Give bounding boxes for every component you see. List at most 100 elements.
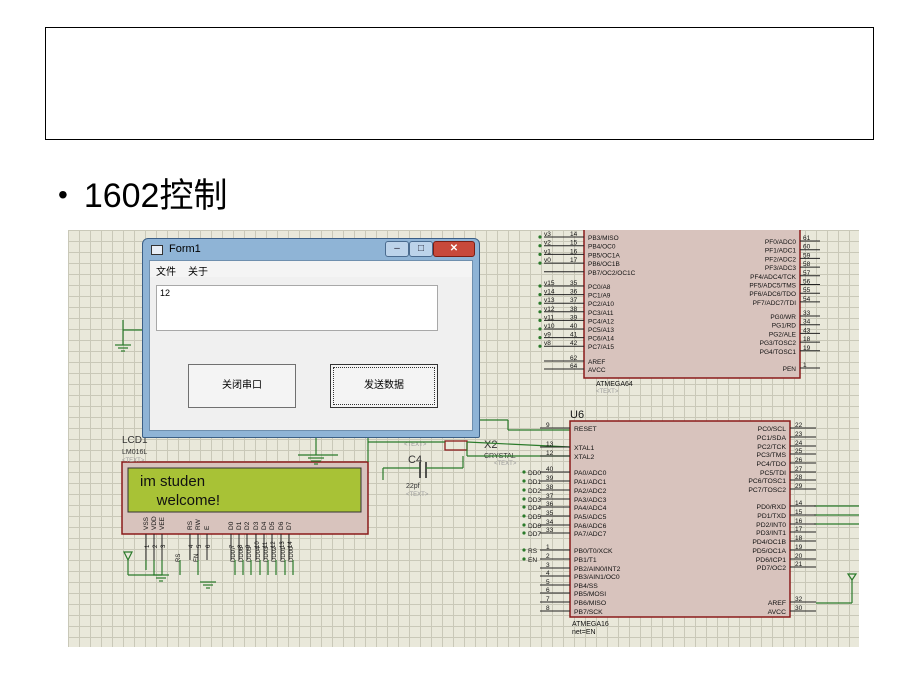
atmega16-pin-num: 32 [795, 596, 803, 603]
lcd-net-label: DD03 [264, 546, 270, 562]
atmega64-pin-num: 15 [570, 240, 578, 247]
atmega16-pin-name: PC2/TCK [757, 444, 786, 451]
atmega16-pin-name: PD2/INT0 [756, 522, 786, 529]
atmega16-pin-name: PB6/MISO [574, 600, 606, 607]
lcd-line1: im studen [140, 473, 205, 490]
lcd-pin-name: D4 [261, 521, 268, 530]
atmega16-net-label: DD7 [528, 531, 541, 538]
atmega64-pin-num: 54 [803, 296, 811, 303]
atmega16-junction [522, 505, 526, 509]
atmega16-pin-num: 29 [795, 483, 803, 490]
atmega16-pin-num: 27 [795, 466, 803, 473]
lcd-module: im studen welcome! LCD1 LM016L <TEXT> VS… [121, 435, 369, 562]
atmega64-pin-name: PG0/WR [770, 314, 796, 321]
atmega64-pin-name: PG4/TOSC1 [760, 349, 797, 356]
atmega16-pin-name: PD5/OC1A [752, 548, 786, 555]
atmega64-pin-num: 38 [570, 306, 578, 313]
atmega16-junction [522, 497, 526, 501]
window-titlebar[interactable]: Form1 – □ ✕ [143, 239, 479, 261]
bullet-dot: • [58, 179, 68, 210]
atmega16-pin-name: PB7/SCK [574, 609, 603, 616]
atmega64-pin-num: 61 [803, 235, 811, 242]
menu-about[interactable]: 关于 [188, 263, 208, 278]
minimize-button[interactable]: – [385, 241, 409, 257]
atmega64-pin-num: 39 [570, 314, 578, 321]
atmega16-pin-num: 39 [546, 475, 554, 482]
cap-tag: <TEXT> [406, 492, 429, 498]
atmega64-pin-num: 42 [570, 340, 578, 347]
atmega16-pin-num: 8 [546, 605, 550, 612]
atmega16-pin-num: 30 [795, 605, 803, 612]
atmega16-pin-num: 40 [546, 466, 554, 473]
atmega16-junction [522, 557, 526, 561]
atmega16-pin-name: PA2/ADC2 [574, 488, 607, 495]
atmega64-pin-name: PF4/ADC4/TCK [750, 274, 797, 281]
atmega16-pin-name: PA3/ADC3 [574, 497, 607, 504]
atmega16-pin-name: PC1/SDA [757, 435, 787, 442]
atmega64-junction [538, 344, 542, 348]
atmega64-pin-name: PF5/ADC5/TMS [749, 283, 796, 290]
atmega64-pin-num: 18 [803, 336, 811, 343]
atmega64-net-label: v1 [544, 248, 551, 255]
atmega16-pin-num: 5 [546, 579, 550, 586]
atmega64-junction [538, 293, 542, 297]
atmega64-pin-num: 14 [570, 231, 578, 238]
atmega64-net-label: v8 [544, 340, 551, 347]
atmega64-name: ATMEGA64 [596, 381, 633, 388]
atmega16-pin-name: PD3/INT1 [756, 530, 786, 537]
atmega64-net-label: v2 [544, 240, 551, 247]
atmega64-pin-num: 41 [570, 332, 578, 339]
atmega16-junction [522, 531, 526, 535]
atmega64-junction [538, 244, 542, 248]
atmega64-junction [538, 235, 542, 239]
atmega16-junction [522, 523, 526, 527]
atmega16-pin-name: RESET [574, 426, 597, 433]
atmega16-net-label: DD2 [528, 488, 541, 495]
atmega16-pin-name: PC4/TDO [757, 461, 786, 468]
atmega16-pin-name: PD4/OC1B [752, 539, 786, 546]
slide-bullet: • 1602控制 [58, 168, 227, 217]
atmega64-pin-name: PC5/A13 [588, 327, 614, 334]
wire [466, 441, 571, 448]
power-symbol [123, 551, 133, 562]
lcd-pin-name: D7 [286, 521, 293, 530]
lcd-pin-name: VSS [143, 516, 150, 530]
atmega64-pin-name: PF7/ADC7/TDI [753, 300, 797, 307]
atmega16-pin-num: 7 [546, 596, 550, 603]
capacitor-c4: C4 22pf <TEXT> [406, 454, 429, 498]
atmega64-net-label: v11 [544, 314, 554, 321]
atmega16-pin-num: 24 [795, 440, 803, 447]
close-button[interactable]: ✕ [433, 241, 475, 257]
atmega64-tag: <TEXT> [596, 389, 619, 395]
menu-file[interactable]: 文件 [156, 263, 176, 278]
atmega64-net-label: v13 [544, 297, 555, 304]
form1-window[interactable]: Form1 – □ ✕ 文件 关于 12 关闭串口 发送数据 [142, 238, 480, 438]
lcd-pin-name: D0 [228, 521, 235, 530]
atmega16-junction [522, 488, 526, 492]
atmega16-pin-num: 16 [795, 518, 803, 525]
atmega16-pin-num: 23 [795, 431, 803, 438]
close-port-button[interactable]: 关闭串口 [188, 364, 296, 408]
atmega16-pin-num: 25 [795, 448, 803, 455]
atmega16-pin-num: 20 [795, 553, 803, 560]
received-data-textbox[interactable]: 12 [156, 285, 438, 331]
lcd-net-label: DD07 [231, 546, 237, 562]
atmega16-ref: U6 [570, 409, 584, 421]
atmega16-pin-name: PC0/SCL [758, 426, 787, 433]
maximize-button[interactable]: □ [409, 241, 433, 257]
atmega16-pin-num: 37 [546, 493, 554, 500]
atmega16-pin-name: AVCC [768, 609, 786, 616]
atmega16-pin-name: PB0/T0/XCK [574, 548, 613, 555]
cap-value: 22pf [406, 483, 420, 490]
lcd-pin-name: VEE [159, 516, 166, 530]
lcd-model: LM016L [122, 449, 147, 456]
atmega64-pin-num: 56 [803, 279, 811, 286]
lcd-pin-name: D1 [236, 521, 243, 530]
atmega16-pin-name: PD1/TXD [757, 513, 786, 520]
atmega64-pin-name: PC1/A9 [588, 293, 611, 300]
send-data-button[interactable]: 发送数据 [330, 364, 438, 408]
atmega64-pin-num: 59 [803, 252, 811, 259]
atmega64-pin-num: 1 [803, 362, 807, 369]
atmega16-pin-name: PB3/AIN1/OC0 [574, 574, 620, 581]
slide-heading: 1602控制 [83, 177, 228, 215]
